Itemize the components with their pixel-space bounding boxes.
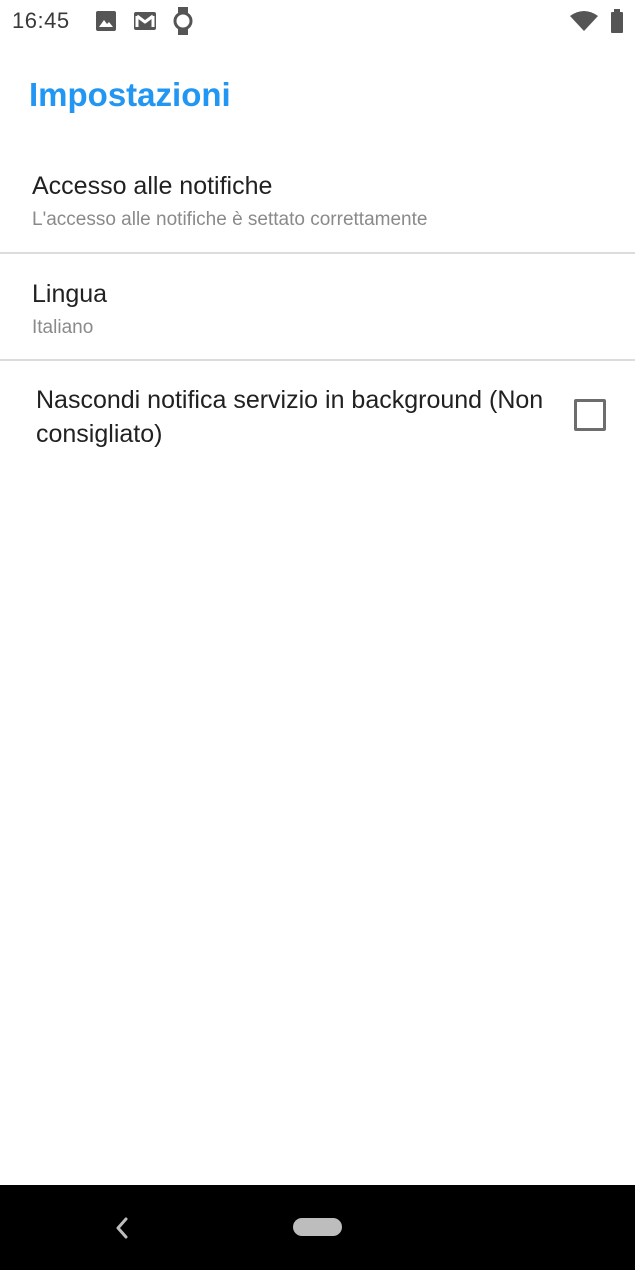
page-title: Impostazioni	[29, 76, 231, 113]
pref-notification-access[interactable]: Accesso alle notifiche L'accesso alle no…	[0, 150, 635, 252]
wifi-icon	[570, 11, 598, 31]
pref-notification-access-summary: L'accesso alle notifiche è settato corre…	[32, 209, 428, 230]
home-pill[interactable]	[293, 1218, 342, 1236]
pref-language[interactable]: Lingua Italiano	[0, 254, 635, 360]
pref-notification-access-title: Accesso alle notifiche	[32, 172, 273, 200]
pref-language-summary: Italiano	[32, 317, 94, 338]
gmail-icon	[134, 12, 156, 30]
pref-language-title: Lingua	[32, 280, 108, 308]
divider	[0, 359, 635, 361]
status-bar: 16:45	[0, 0, 635, 44]
watch-icon	[173, 7, 193, 35]
pref-hide-background-notification-title: Nascondi notifica servizio in background…	[36, 386, 544, 448]
hide-background-notification-checkbox[interactable]	[574, 399, 606, 431]
status-time: 16:45	[12, 8, 70, 33]
battery-icon	[611, 9, 623, 33]
back-icon[interactable]	[112, 1213, 132, 1243]
navigation-bar	[0, 1185, 635, 1270]
image-icon	[96, 11, 116, 31]
